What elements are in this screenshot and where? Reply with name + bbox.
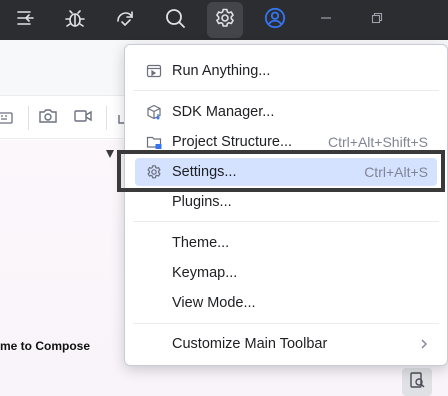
menu-item-keymap[interactable]: Keymap...: [135, 259, 437, 287]
sync-button[interactable]: [107, 2, 143, 38]
menu-item-label: Run Anything...: [172, 63, 271, 79]
run-anything-icon: [145, 62, 163, 80]
project-structure-icon: [145, 133, 163, 151]
toolbar-divider: [106, 106, 107, 130]
menu-item-run-anything[interactable]: Run Anything...: [135, 57, 437, 85]
run-config-icon: [14, 7, 36, 34]
toolbar-divider: [28, 106, 29, 130]
inspect-icon: [408, 371, 426, 394]
record-button[interactable]: [72, 108, 94, 128]
main-toolbar: [0, 0, 448, 40]
chevron-right-icon: [419, 337, 429, 351]
menu-item-theme[interactable]: Theme...: [135, 229, 437, 257]
debug-button[interactable]: [57, 2, 93, 38]
settings-popup-menu: Run Anything... SDK Manager... Project S…: [124, 44, 448, 366]
search-icon: [164, 7, 186, 34]
menu-item-label: Project Structure...: [172, 134, 293, 150]
account-icon: [264, 7, 286, 34]
minimize-icon: [320, 11, 332, 29]
restore-button[interactable]: [365, 8, 389, 32]
preview-label: me to Compose: [0, 339, 91, 353]
restore-icon: [371, 11, 383, 29]
device-icon[interactable]: [0, 108, 18, 128]
pointer-icon: [106, 150, 114, 158]
camera-icon: [38, 107, 58, 130]
menu-item-plugins[interactable]: Plugins...: [135, 188, 437, 216]
inspect-button[interactable]: [402, 368, 432, 396]
menu-item-shortcut: Ctrl+Alt+Shift+S: [328, 134, 428, 150]
menu-item-sdk-manager[interactable]: SDK Manager...: [135, 98, 437, 126]
menu-separator: [133, 90, 439, 91]
video-camera-icon: [73, 107, 93, 130]
sdk-manager-icon: [145, 103, 163, 121]
menu-separator: [133, 221, 439, 222]
run-config-button[interactable]: [7, 2, 43, 38]
menu-item-label: Theme...: [172, 235, 230, 251]
menu-item-label: Customize Main Toolbar: [172, 336, 328, 352]
menu-item-view-mode[interactable]: View Mode...: [135, 289, 437, 317]
menu-item-label: Keymap...: [172, 265, 238, 281]
highlight-frame: [117, 150, 445, 192]
menu-separator: [133, 323, 439, 324]
sync-icon: [114, 7, 136, 34]
debug-icon: [64, 7, 86, 34]
menu-item-label: SDK Manager...: [172, 104, 275, 120]
menu-item-label: View Mode...: [172, 295, 256, 311]
ide-settings-button[interactable]: [207, 2, 243, 38]
menu-item-customize-main-toolbar[interactable]: Customize Main Toolbar: [135, 330, 437, 358]
account-button[interactable]: [257, 2, 293, 38]
menu-item-label: Plugins...: [172, 194, 232, 210]
gear-icon: [214, 7, 236, 34]
screenshot-button[interactable]: [37, 108, 59, 128]
search-everywhere-button[interactable]: [157, 2, 193, 38]
minimize-button[interactable]: [314, 8, 338, 32]
